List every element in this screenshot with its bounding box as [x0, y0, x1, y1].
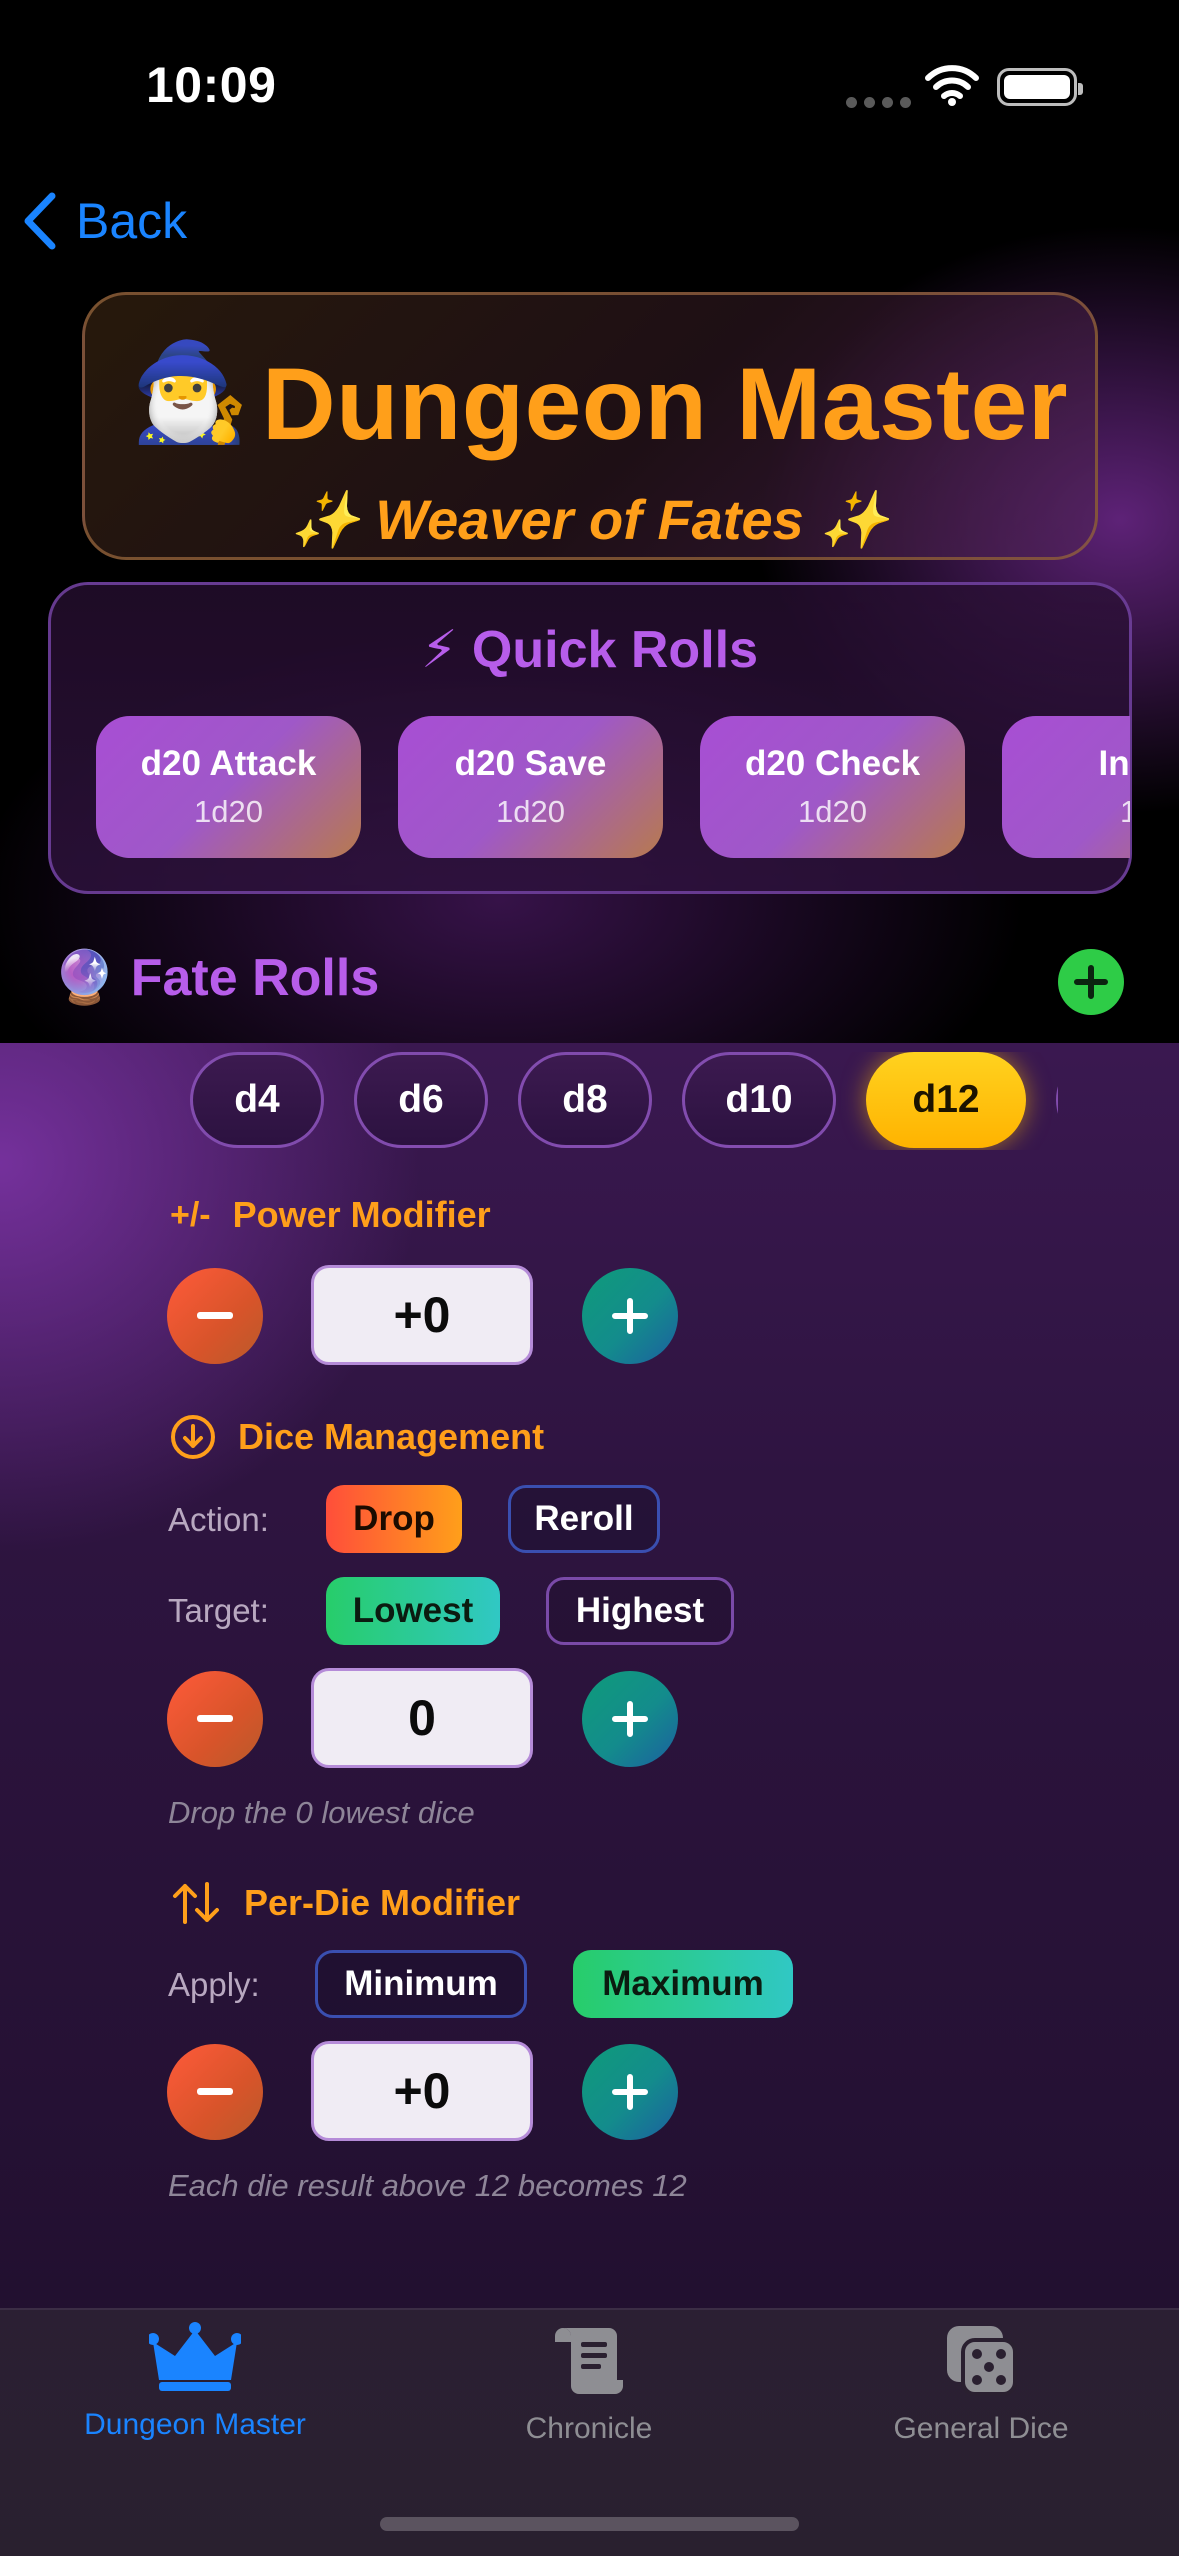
quick-rolls-scroll[interactable]: d20 Attack 1d20 d20 Save 1d20 d20 Check … — [96, 716, 1130, 858]
target-highest-option[interactable]: Highest — [546, 1577, 734, 1645]
back-label: Back — [76, 193, 188, 249]
die-option-d10[interactable]: d10 — [682, 1052, 836, 1148]
die-option-d4[interactable]: d4 — [190, 1052, 324, 1148]
wizard-icon: 🧙‍♂️ — [130, 339, 250, 446]
quick-roll-initiative[interactable]: Initiative 1d20 — [1002, 716, 1130, 858]
back-button[interactable]: Back — [22, 192, 187, 250]
quick-roll-formula: 1d20 — [1120, 794, 1130, 829]
drop-count-minus-button[interactable] — [167, 1671, 263, 1767]
battery-icon — [997, 68, 1083, 106]
fate-rolls-title: Fate Rolls — [130, 949, 380, 1007]
crystal-ball-icon: 🔮 — [52, 949, 117, 1007]
target-lowest-option[interactable]: Lowest — [326, 1577, 500, 1645]
quick-roll-name: d20 Check — [744, 744, 921, 783]
wifi-icon — [924, 64, 980, 111]
add-roll-button[interactable] — [1058, 949, 1124, 1015]
tab-label: Dungeon Master — [84, 2408, 306, 2441]
quick-roll-save[interactable]: d20 Save 1d20 — [398, 716, 663, 858]
tab-dungeon-master[interactable]: Dungeon Master — [15, 2322, 375, 2442]
apply-minimum-option[interactable]: Minimum — [315, 1950, 527, 2018]
quick-roll-check[interactable]: d20 Check 1d20 — [700, 716, 965, 858]
dice-icon — [947, 2326, 1017, 2396]
quick-roll-attack[interactable]: d20 Attack 1d20 — [96, 716, 361, 858]
scroll-icon — [555, 2328, 623, 2394]
plus-minus-icon: +/- — [170, 1195, 211, 1234]
quick-roll-name: d20 Attack — [140, 744, 317, 783]
per-die-modifier-title: Per-Die Modifier — [244, 1882, 521, 1923]
die-option-d8[interactable]: d8 — [518, 1052, 652, 1148]
die-option-d6[interactable]: d6 — [354, 1052, 488, 1148]
page-subtitle: ✨ Weaver of Fates ✨ — [289, 488, 890, 551]
action-reroll-option[interactable]: Reroll — [508, 1485, 660, 1553]
chevron-left-icon — [24, 192, 56, 250]
quick-rolls-title: ⚡ Quick Rolls — [420, 621, 759, 679]
tab-chronicle[interactable]: Chronicle — [409, 2322, 769, 2446]
quick-roll-name: d20 Save — [454, 744, 607, 783]
cellular-signal-icon — [846, 97, 911, 108]
dice-management-hint: Drop the 0 lowest dice — [168, 1795, 475, 1830]
power-modifier-title: Power Modifier — [232, 1194, 491, 1235]
power-modifier-header: +/- Power Modifier — [170, 1194, 491, 1236]
target-label: Target: — [168, 1592, 269, 1629]
tab-label: General Dice — [893, 2412, 1069, 2445]
page-title: Dungeon Master — [262, 347, 1069, 461]
minus-icon — [197, 2088, 233, 2095]
tab-label: Chronicle — [525, 2412, 653, 2445]
die-selector[interactable]: d4 d6 d8 d10 d12 d20 — [190, 1052, 1058, 1150]
action-label: Action: — [168, 1501, 269, 1538]
quick-roll-formula: 1d20 — [798, 794, 867, 829]
plus-icon — [612, 1298, 648, 1334]
plus-icon — [612, 2074, 648, 2110]
dice-management-header: Dice Management — [170, 1414, 544, 1460]
apply-maximum-option[interactable]: Maximum — [573, 1950, 793, 2018]
per-die-minus-button[interactable] — [167, 2044, 263, 2140]
drop-count-plus-button[interactable] — [582, 1671, 678, 1767]
status-time: 10:09 — [146, 57, 277, 113]
dice-management-title: Dice Management — [238, 1416, 545, 1457]
minus-icon — [197, 1312, 233, 1319]
quick-roll-name: Initiative — [1098, 744, 1131, 783]
die-option-d12[interactable]: d12 — [866, 1052, 1026, 1148]
drop-count-value[interactable]: 0 — [311, 1668, 533, 1768]
die-option-d20[interactable]: d20 — [1056, 1052, 1058, 1148]
per-die-modifier-hint: Each die result above 12 becomes 12 — [168, 2168, 687, 2203]
up-down-arrows-icon — [173, 1882, 219, 1924]
tab-general-dice[interactable]: General Dice — [801, 2322, 1161, 2446]
power-plus-button[interactable] — [582, 1268, 678, 1364]
per-die-modifier-value[interactable]: +0 — [311, 2041, 533, 2141]
action-drop-option[interactable]: Drop — [326, 1485, 462, 1553]
plus-icon — [612, 1701, 648, 1737]
per-die-modifier-header: Per-Die Modifier — [170, 1880, 520, 1926]
crown-icon — [149, 2322, 241, 2391]
home-indicator — [380, 2517, 799, 2531]
quick-roll-formula: 1d20 — [496, 794, 565, 829]
power-modifier-value[interactable]: +0 — [311, 1265, 533, 1365]
arrow-down-circle-icon — [171, 1415, 215, 1459]
fate-rolls-header: 🔮 Fate Rolls — [52, 948, 379, 1008]
quick-roll-formula: 1d20 — [194, 794, 263, 829]
minus-icon — [197, 1715, 233, 1722]
power-minus-button[interactable] — [167, 1268, 263, 1364]
per-die-plus-button[interactable] — [582, 2044, 678, 2140]
plus-icon — [1074, 965, 1108, 999]
apply-label: Apply: — [168, 1966, 260, 2003]
